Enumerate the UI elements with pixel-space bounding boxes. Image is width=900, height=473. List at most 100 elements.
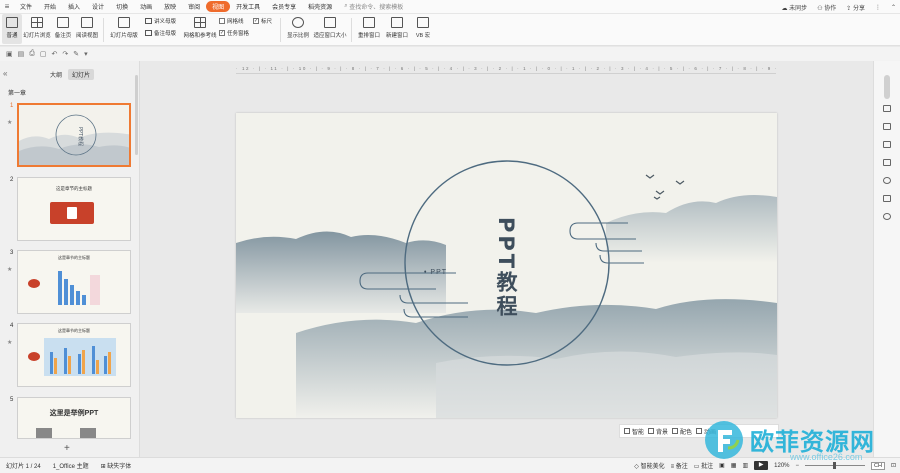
thumbnail-image: 这是章节的主标题 [17, 323, 131, 387]
horizontal-ruler[interactable]: · 12 · | · 11 · | · 10 · | · 9 · | · 8 ·… [236, 66, 776, 74]
collapse-ribbon-icon[interactable]: ⌃ [891, 4, 896, 11]
copy-icon[interactable] [883, 159, 891, 166]
menu-icon[interactable]: ≡ [0, 2, 14, 11]
collab-button[interactable]: ⚇ 协作 [817, 3, 836, 12]
menu-file[interactable]: 文件 [14, 2, 38, 11]
preview-icon[interactable]: ▢ [40, 50, 47, 58]
notes-page-button[interactable]: 备注页 [52, 14, 74, 44]
menu-insert[interactable]: 插入 [62, 2, 86, 11]
background-icon [648, 428, 655, 434]
help-icon[interactable] [883, 177, 891, 184]
menu-docer[interactable]: 稻壳资源 [302, 2, 338, 11]
print-icon[interactable]: ⎙ [29, 50, 35, 58]
show-group: 网格线 ✓ 任务窗格 [219, 14, 253, 37]
slide-number: 3 [10, 250, 14, 256]
share-icon[interactable] [883, 195, 891, 202]
slide-sorter-button[interactable]: 幻灯片浏览 [22, 14, 52, 44]
divider [351, 18, 352, 42]
section-title[interactable]: 第一章 [8, 88, 26, 97]
more-icon[interactable]: ⋮ [875, 4, 881, 11]
ruler-group: ✓ 标尺 [253, 14, 277, 25]
missing-fonts-button[interactable]: ⊞ 缺失字体 [95, 461, 138, 470]
menu-view[interactable]: 视图 [206, 1, 231, 12]
select-icon[interactable] [883, 105, 891, 112]
quick-access-toolbar: ▣ ▤ ⎙ ▢ ↶ ↷ ✎ ▾ [0, 47, 900, 61]
thumbnail-title: 这里是举例PPT [49, 410, 99, 417]
handout-master-button[interactable]: 讲义母版 [145, 17, 181, 25]
thumbnail-title: 这是章节的主标题 [58, 255, 90, 260]
format-painter-icon[interactable]: ✎ [73, 50, 79, 58]
new-window-icon [391, 17, 403, 28]
collapse-panel-icon[interactable]: « [3, 69, 7, 78]
slide-thumbnail[interactable]: 1 ★ PPT教程 [0, 103, 140, 171]
notes-master-button[interactable]: 备注母版 [145, 29, 181, 37]
ppt-logo-icon [28, 279, 40, 288]
vertical-scrollbar[interactable] [884, 75, 890, 99]
background-button[interactable]: 背景 [648, 427, 668, 436]
menu-transitions[interactable]: 切换 [110, 2, 134, 11]
checkbox-checked: ✓ [253, 18, 259, 24]
notes-button[interactable]: ≡ 备注 [671, 461, 688, 470]
arrange-icon [363, 17, 375, 28]
slide-thumbnail[interactable]: 3 ★ 这是章节的主标题 [0, 250, 140, 318]
slide-number: 4 [10, 323, 14, 329]
thumbnail-image: 这里是举例PPT [17, 397, 131, 439]
add-slide-button[interactable]: + [64, 443, 70, 454]
share-icon: ⇪ [846, 5, 853, 12]
slide-master-button[interactable]: 幻灯片母版 [107, 14, 141, 44]
menu-slideshow[interactable]: 放映 [158, 2, 182, 11]
arrange-windows-button[interactable]: 重排窗口 [355, 14, 383, 44]
menu-bar: ≡ 文件 开始 插入 设计 切换 动画 放映 审阅 视图 开发工具 会员专享 稻… [0, 0, 900, 14]
slide-subtitle[interactable]: • PPT [424, 269, 447, 276]
location-icon[interactable] [883, 213, 891, 220]
smart-button[interactable]: 智能 [624, 427, 644, 436]
sync-button[interactable]: ☁ 未同步 [782, 3, 808, 12]
command-search[interactable]: ⌕ 查找命令、搜索模板 [344, 2, 403, 11]
dropdown-icon[interactable]: ▾ [84, 50, 88, 58]
slide-canvas[interactable]: PPT教程 • PPT [236, 113, 777, 418]
menu-developer[interactable]: 开发工具 [230, 2, 266, 11]
zoom-button[interactable]: 显示比例 [284, 14, 312, 44]
export-icon[interactable]: ▤ [18, 50, 25, 58]
slide-thumbnail[interactable]: 4 ★ 这是章节的主标题 [0, 323, 140, 391]
adjust-icon[interactable] [883, 123, 891, 130]
ppt-logo-icon [67, 207, 77, 219]
slide-title[interactable]: PPT教程 [494, 217, 518, 319]
undo-icon[interactable]: ↶ [51, 50, 57, 58]
menu-review[interactable]: 审阅 [182, 2, 206, 11]
pin-icon[interactable] [883, 141, 891, 148]
menu-design[interactable]: 设计 [86, 2, 110, 11]
menu-animation[interactable]: 动画 [134, 2, 158, 11]
smart-beautify-button[interactable]: ◇ 智能美化 [634, 461, 664, 470]
vb-macro-button[interactable]: VB 宏 [411, 14, 435, 44]
gridlines-checkbox[interactable]: 网格线 [219, 17, 253, 25]
slide-thumbnail[interactable]: 2 这是章节的主标题 [0, 177, 140, 245]
tab-outline[interactable]: 大纲 [46, 69, 66, 80]
thumbnail-image: PPT教程 [17, 103, 131, 167]
book-icon [81, 17, 93, 28]
macro-icon [417, 17, 429, 28]
ruler-checkbox[interactable]: ✓ 标尺 [253, 17, 277, 25]
slide-thumbnail[interactable]: 5 这里是举例PPT [0, 397, 140, 465]
menu-member[interactable]: 会员专享 [266, 2, 302, 11]
thumbnail-chart [58, 271, 100, 305]
save-icon[interactable]: ▣ [6, 50, 13, 58]
redo-icon[interactable]: ↷ [62, 50, 68, 58]
grid-icon [194, 17, 206, 28]
tab-slides[interactable]: 幻灯片 [68, 69, 95, 80]
color-scheme-button[interactable]: 配色 [672, 427, 692, 436]
notes-page-icon [57, 17, 69, 28]
slide-number: 1 [10, 103, 14, 109]
reading-view-button[interactable]: 阅读视图 [74, 14, 100, 44]
thumbnail-title: 这是章节的主标题 [56, 186, 92, 191]
fit-window-button[interactable]: 适应窗口大小 [312, 14, 348, 44]
divider [280, 18, 281, 42]
grid-guides-button[interactable]: 网格和参考线 [181, 14, 219, 44]
new-window-button[interactable]: 新建窗口 [383, 14, 411, 44]
share-button[interactable]: ⇪ 分享 [846, 3, 865, 12]
smart-icon [624, 428, 630, 434]
normal-view-button[interactable]: 普通 [2, 14, 22, 44]
menu-home[interactable]: 开始 [38, 2, 62, 11]
checkbox-unchecked [219, 18, 225, 24]
taskpane-checkbox[interactable]: ✓ 任务窗格 [219, 29, 253, 37]
